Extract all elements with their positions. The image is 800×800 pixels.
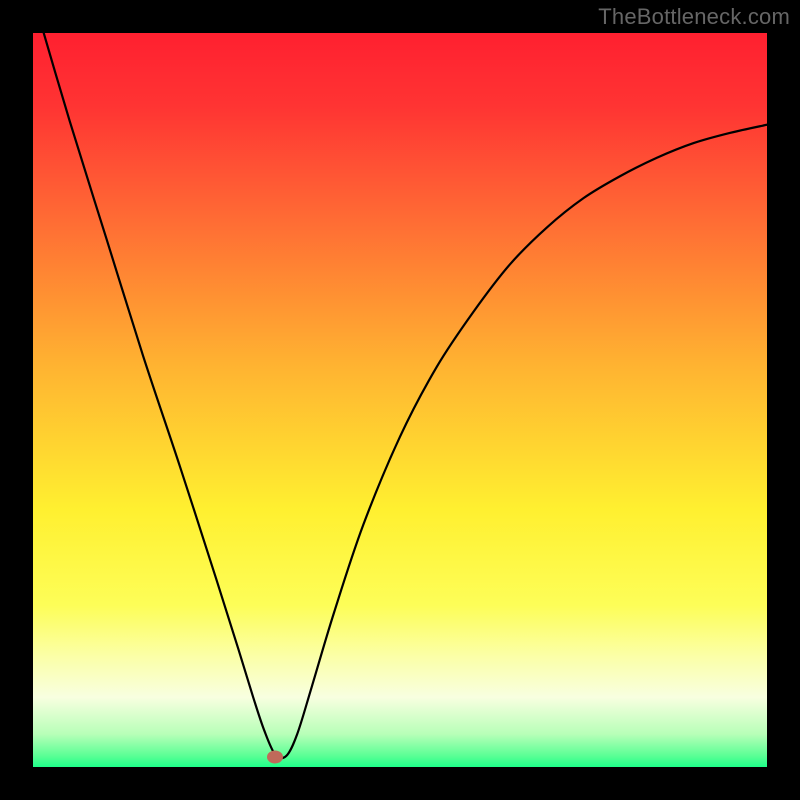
plot-area: [33, 33, 767, 767]
watermark-label: TheBottleneck.com: [598, 4, 790, 30]
optimum-marker: [267, 751, 283, 764]
chart-frame: TheBottleneck.com: [0, 0, 800, 800]
curve-line: [33, 33, 767, 767]
